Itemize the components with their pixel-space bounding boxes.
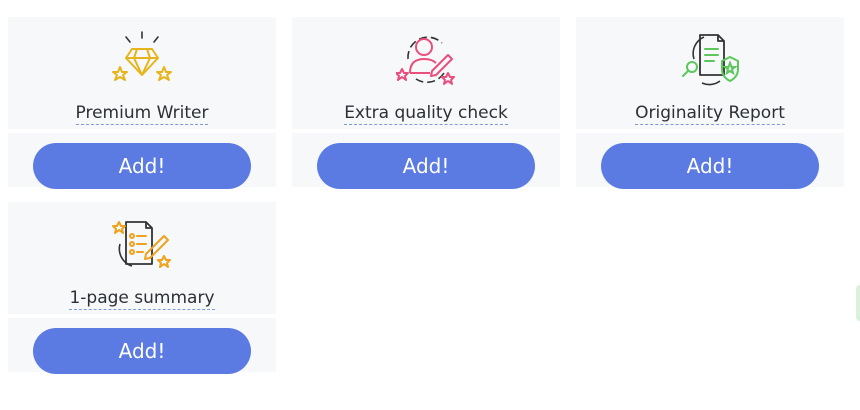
writer-pencil-stars-icon — [395, 29, 456, 89]
card-divider — [292, 129, 560, 133]
card-divider — [576, 129, 844, 133]
addon-label: Extra quality check — [292, 102, 560, 125]
premium-writer-label[interactable]: Premium Writer — [75, 103, 209, 125]
card-divider — [8, 314, 276, 318]
addon-label: Originality Report — [576, 102, 844, 125]
add-1-page-summary-button[interactable]: Add! — [33, 328, 251, 374]
addon-card-extra-quality-check: Extra quality check Add! — [292, 17, 560, 189]
edge-accent — [856, 285, 860, 321]
extra-quality-check-label[interactable]: Extra quality check — [344, 103, 508, 125]
add-originality-report-button[interactable]: Add! — [601, 143, 819, 189]
addon-label: Premium Writer — [8, 102, 276, 125]
card-divider — [8, 129, 276, 133]
addon-label: 1-page summary — [8, 287, 276, 310]
add-extra-quality-check-button[interactable]: Add! — [317, 143, 535, 189]
diamond-stars-icon — [112, 29, 172, 89]
summary-checklist-pencil-icon — [112, 214, 172, 274]
addon-card-1-page-summary: 1-page summary Add! — [8, 202, 276, 374]
addon-card-premium-writer: Premium Writer Add! — [8, 17, 276, 189]
addon-card-originality-report: Originality Report Add! — [576, 17, 844, 189]
1-page-summary-label[interactable]: 1-page summary — [69, 288, 215, 310]
add-premium-writer-button[interactable]: Add! — [33, 143, 251, 189]
document-magnifier-shield-icon — [680, 29, 740, 89]
originality-report-label[interactable]: Originality Report — [635, 103, 785, 125]
